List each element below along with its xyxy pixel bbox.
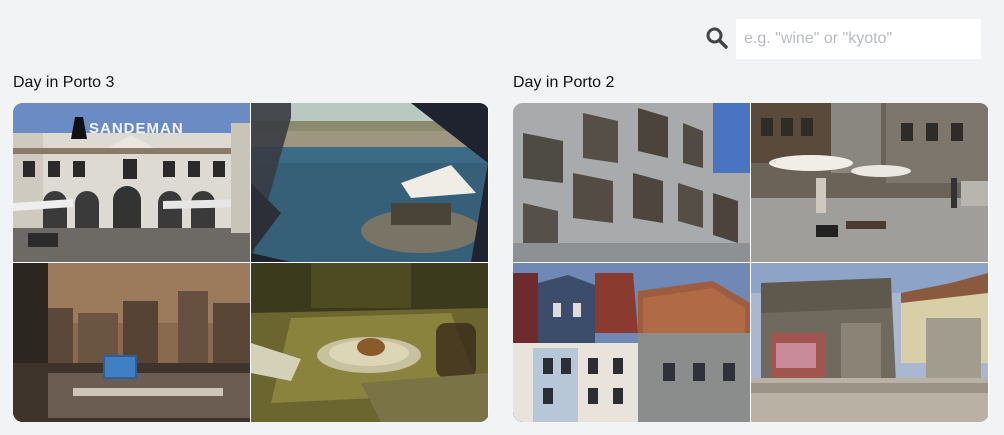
album-photo — [13, 263, 250, 422]
sign-text: SANDEMAN — [89, 120, 184, 137]
album-card[interactable]: Day in Porto 2 — [513, 73, 989, 422]
album-photo — [751, 263, 988, 422]
album-photo — [751, 103, 988, 262]
album-photo — [513, 263, 750, 422]
search-icon[interactable] — [706, 27, 728, 49]
album-title[interactable]: Day in Porto 3 — [13, 73, 489, 93]
album-photo-grid[interactable] — [513, 103, 989, 422]
search-input[interactable] — [736, 19, 981, 59]
album-photo — [251, 263, 488, 422]
album-title[interactable]: Day in Porto 2 — [513, 73, 989, 93]
album-photo: SANDEMAN — [13, 103, 250, 262]
album-photo-grid[interactable]: SANDEMAN — [13, 103, 489, 422]
album-photo — [251, 103, 488, 262]
album-photo — [513, 103, 750, 262]
album-card[interactable]: Day in Porto 3 SANDEMAN — [13, 73, 489, 422]
